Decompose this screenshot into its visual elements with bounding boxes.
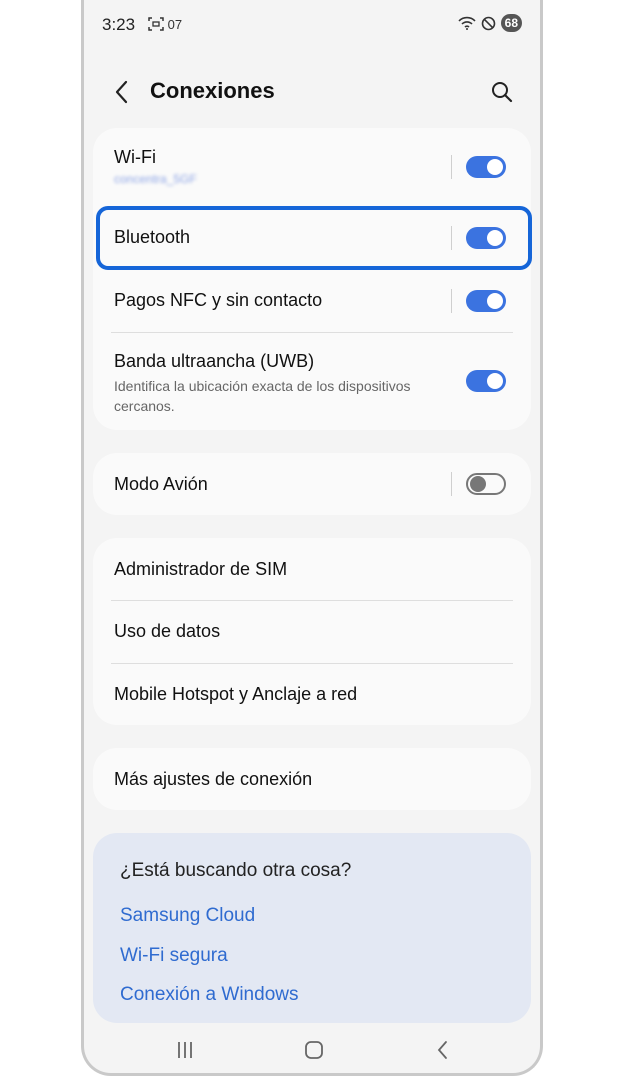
recent-apps-icon[interactable] bbox=[171, 1036, 199, 1064]
bluetooth-row[interactable]: Bluetooth bbox=[93, 204, 531, 268]
back-arrow-icon[interactable] bbox=[110, 78, 134, 106]
notif-count-text: 07 bbox=[167, 17, 183, 32]
toggle-knob bbox=[487, 159, 503, 175]
uwb-description-line2: cercanos. bbox=[114, 398, 175, 414]
nfc-label: Pagos NFC y sin contacto bbox=[114, 290, 323, 310]
link-windows-connection[interactable]: Conexión a Windows bbox=[120, 984, 298, 1006]
toggle-knob bbox=[487, 230, 503, 246]
phone-screen: 3:23 07 68 Conexiones Wi-Fi concentra_5G… bbox=[81, 0, 543, 1076]
bluetooth-separator bbox=[451, 226, 452, 250]
bluetooth-label: Bluetooth bbox=[114, 227, 191, 247]
wifi-row[interactable]: Wi-Fi concentra_5GF bbox=[93, 128, 531, 204]
screenshot-icon bbox=[148, 17, 164, 31]
toggle-knob bbox=[470, 476, 486, 492]
more-settings-label: Más ajustes de conexión bbox=[114, 769, 313, 789]
sim-manager-row[interactable]: Administrador de SIM bbox=[93, 538, 531, 600]
search-icon[interactable] bbox=[488, 78, 516, 106]
bluetooth-toggle[interactable] bbox=[466, 227, 506, 249]
do-not-disturb-icon bbox=[481, 16, 495, 30]
hotspot-row[interactable]: Mobile Hotspot y Anclaje a red bbox=[93, 664, 531, 725]
data-usage-label: Uso de datos bbox=[114, 621, 221, 641]
toggle-knob bbox=[487, 373, 503, 389]
more-settings-card: Más ajustes de conexión bbox=[93, 748, 531, 810]
status-bar: 3:23 07 68 bbox=[102, 14, 522, 38]
connections-card: Wi-Fi concentra_5GF Bluetooth Pagos NFC … bbox=[93, 128, 531, 430]
airplane-toggle[interactable] bbox=[466, 473, 506, 495]
uwb-description-line1: Identifica la ubicación exacta de los di… bbox=[114, 378, 411, 394]
navigation-bar bbox=[84, 1036, 540, 1064]
status-time: 3:23 bbox=[102, 15, 136, 34]
toggle-knob bbox=[487, 293, 503, 309]
uwb-toggle[interactable] bbox=[466, 370, 506, 392]
suggestions-question: ¿Está buscando otra cosa? bbox=[120, 860, 352, 881]
back-nav-icon[interactable] bbox=[429, 1036, 457, 1064]
link-secure-wifi[interactable]: Wi-Fi segura bbox=[120, 945, 228, 967]
airplane-card: Modo Avión bbox=[93, 453, 531, 515]
sim-data-card: Administrador de SIM Uso de datos Mobile… bbox=[93, 538, 531, 725]
nfc-separator bbox=[451, 289, 452, 313]
nfc-row[interactable]: Pagos NFC y sin contacto bbox=[93, 268, 531, 332]
data-usage-row[interactable]: Uso de datos bbox=[93, 601, 531, 663]
uwb-label: Banda ultraancha (UWB) bbox=[114, 351, 315, 371]
more-settings-row[interactable]: Más ajustes de conexión bbox=[93, 748, 531, 810]
wifi-separator bbox=[451, 155, 452, 179]
airplane-separator bbox=[451, 472, 452, 496]
nfc-toggle[interactable] bbox=[466, 290, 506, 312]
sim-manager-label: Administrador de SIM bbox=[114, 559, 288, 579]
app-header: Conexiones bbox=[84, 72, 540, 112]
wifi-network-name: concentra_5GF bbox=[114, 172, 197, 186]
page-title: Conexiones bbox=[150, 78, 275, 103]
battery-indicator: 68 bbox=[500, 14, 522, 32]
airplane-row[interactable]: Modo Avión bbox=[93, 453, 531, 515]
airplane-label: Modo Avión bbox=[114, 474, 208, 494]
suggestions-card: ¿Está buscando otra cosa? Samsung Cloud … bbox=[93, 833, 531, 1023]
wifi-toggle[interactable] bbox=[466, 156, 506, 178]
uwb-row[interactable]: Banda ultraancha (UWB) Identifica la ubi… bbox=[93, 333, 531, 430]
status-right: 68 bbox=[458, 14, 522, 32]
status-notifications: 07 bbox=[148, 17, 182, 32]
wifi-status-icon bbox=[458, 16, 476, 30]
hotspot-label: Mobile Hotspot y Anclaje a red bbox=[114, 684, 358, 704]
wifi-label: Wi-Fi bbox=[114, 147, 156, 167]
home-icon[interactable] bbox=[300, 1036, 328, 1064]
link-samsung-cloud[interactable]: Samsung Cloud bbox=[120, 905, 255, 927]
